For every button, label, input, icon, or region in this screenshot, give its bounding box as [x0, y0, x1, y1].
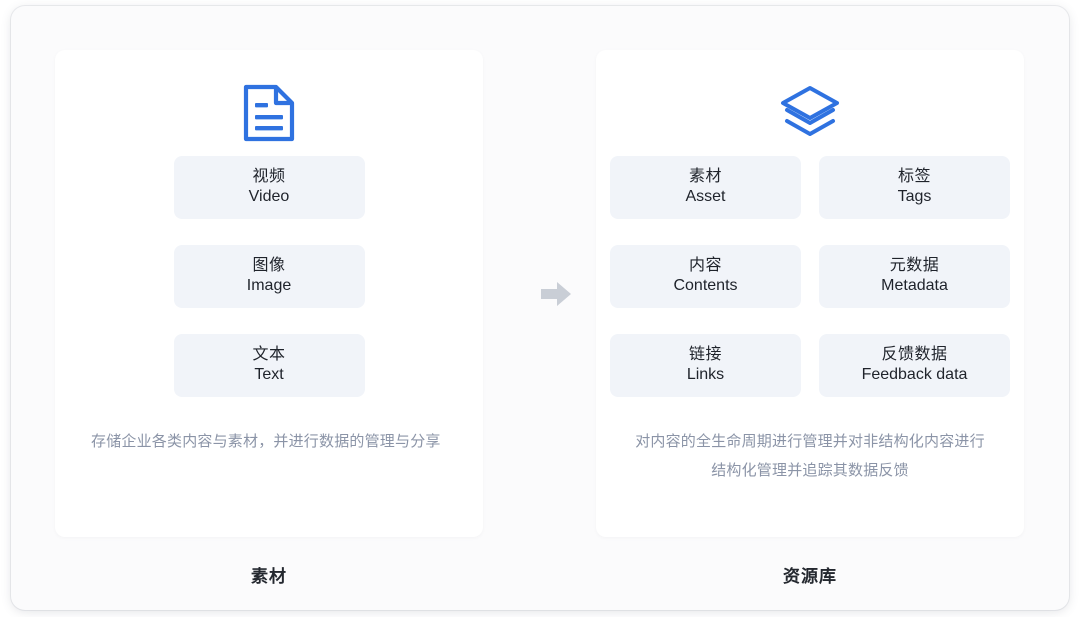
chip-label-en: Contents — [673, 277, 738, 295]
chip-label-en: Video — [248, 188, 290, 206]
chip-label-zh: 素材 — [688, 167, 722, 185]
asset-column-label: 素材 — [251, 567, 287, 586]
chip-label-zh: 视频 — [252, 167, 286, 185]
layers-icon — [618, 76, 1002, 150]
chip-label-zh: 元数据 — [889, 256, 940, 274]
diagram-columns: 视频 Video 图像 Image 文本 Text 存储企业各类内容与素材，并进… — [11, 6, 1069, 610]
arrow-right-icon — [535, 274, 577, 314]
chip-contents[interactable]: 内容 Contents — [610, 245, 801, 308]
chip-label-en: Image — [246, 277, 292, 295]
diagram-column-asset: 视频 Video 图像 Image 文本 Text 存储企业各类内容与素材，并进… — [55, 50, 483, 587]
chip-label-en: Asset — [685, 188, 726, 206]
chip-label-en: Links — [686, 366, 725, 384]
chip-label-en: Feedback data — [861, 366, 968, 384]
chip-label-zh: 链接 — [688, 345, 722, 363]
chip-label-zh: 图像 — [252, 256, 286, 274]
chip-label-zh: 内容 — [688, 256, 722, 274]
chip-feedback-data[interactable]: 反馈数据 Feedback data — [819, 334, 1010, 397]
resource-library-description: 对内容的全生命周期进行管理并对非结构化内容进行结构化管理并追踪其数据反馈 — [635, 433, 985, 479]
asset-chip-list: 视频 Video 图像 Image 文本 Text — [77, 156, 461, 397]
chip-label-zh: 反馈数据 — [881, 345, 948, 363]
chip-asset[interactable]: 素材 Asset — [610, 156, 801, 219]
chip-tags[interactable]: 标签 Tags — [819, 156, 1010, 219]
chip-links[interactable]: 链接 Links — [610, 334, 801, 397]
chip-metadata[interactable]: 元数据 Metadata — [819, 245, 1010, 308]
asset-card: 视频 Video 图像 Image 文本 Text 存储企业各类内容与素材，并进… — [55, 50, 483, 537]
diagram-panel: 视频 Video 图像 Image 文本 Text 存储企业各类内容与素材，并进… — [11, 6, 1069, 610]
resource-library-chip-grid: 素材 Asset 标签 Tags 内容 Contents 元数据 Metadat… — [610, 156, 1010, 397]
chip-video[interactable]: 视频 Video — [173, 156, 365, 219]
resource-library-card: 素材 Asset 标签 Tags 内容 Contents 元数据 Metadat… — [596, 50, 1024, 537]
resource-library-column-label: 资源库 — [783, 567, 837, 586]
diagram-column-resource-library: 素材 Asset 标签 Tags 内容 Contents 元数据 Metadat… — [596, 50, 1024, 587]
chip-label-en: Text — [254, 366, 284, 384]
chip-label-zh: 文本 — [252, 345, 286, 363]
asset-description: 存储企业各类内容与素材，并进行数据的管理与分享 — [91, 433, 441, 450]
chip-image[interactable]: 图像 Image — [173, 245, 365, 308]
chip-text[interactable]: 文本 Text — [173, 334, 365, 397]
chip-label-zh: 标签 — [897, 167, 931, 185]
chip-label-en: Metadata — [881, 277, 948, 295]
chip-label-en: Tags — [897, 188, 932, 206]
document-icon — [77, 76, 461, 150]
